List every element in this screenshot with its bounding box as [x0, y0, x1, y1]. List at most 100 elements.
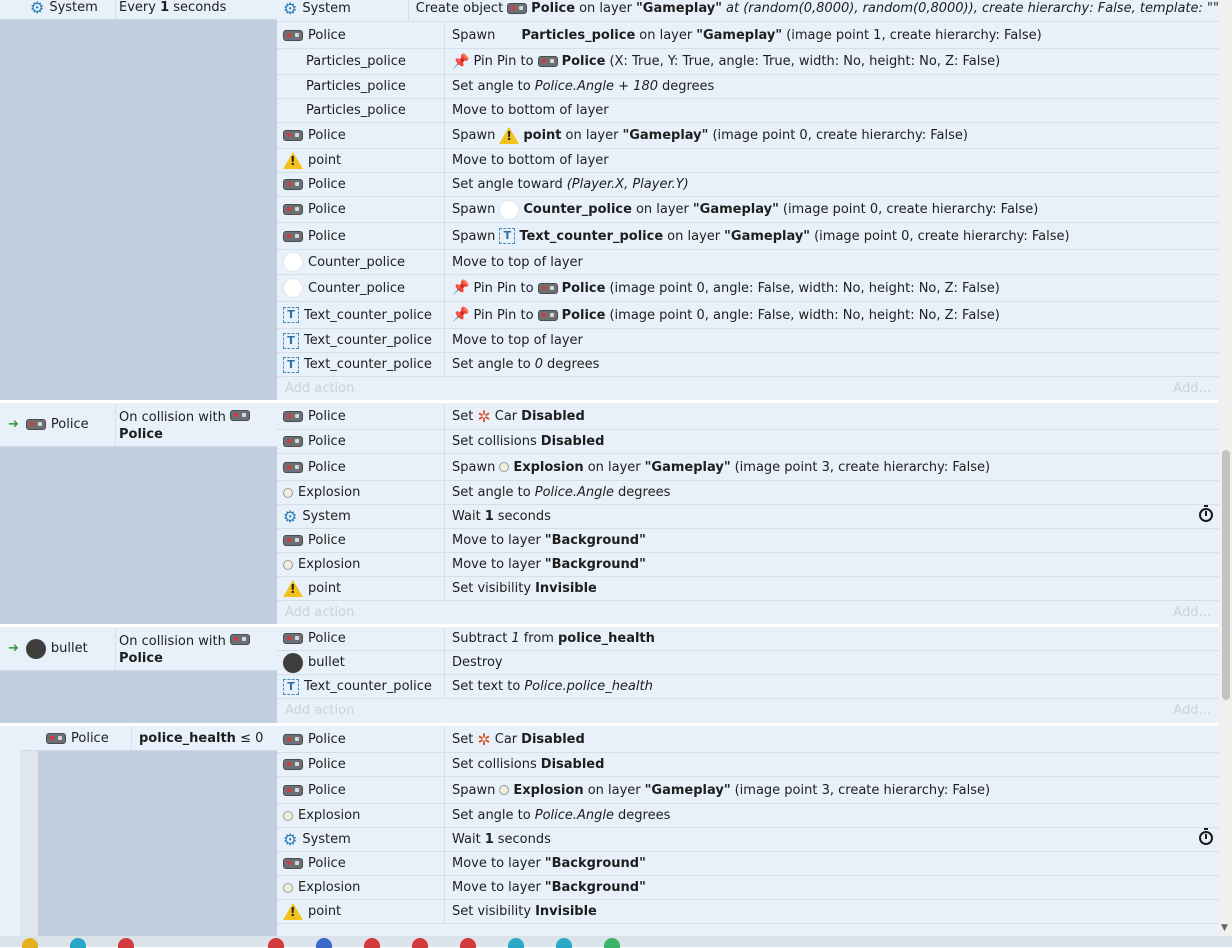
add-action-row[interactable]: Add action Add...: [277, 377, 1219, 399]
action-object[interactable]: Police: [277, 123, 445, 148]
action-object[interactable]: Police: [277, 753, 445, 776]
action-object[interactable]: Counter_police: [277, 275, 445, 301]
action-row[interactable]: Police Move to layer "Background": [277, 529, 1219, 553]
action-object[interactable]: Particles_police: [277, 75, 445, 98]
action-text[interactable]: 📌 Pin Pin to Police (X: True, Y: True, a…: [445, 54, 1000, 70]
add-action-row[interactable]: Add action Add...: [277, 601, 1219, 623]
action-text[interactable]: Spawn Particles_police on layer "Gamepla…: [445, 28, 1042, 43]
action-text[interactable]: Set text to Police.police_health: [445, 679, 653, 694]
action-row[interactable]: Police Set collisions Disabled: [277, 430, 1219, 454]
action-text[interactable]: Spawn T Text_counter_police on layer "Ga…: [445, 228, 1070, 244]
action-row[interactable]: ⚙ System Wait 1 seconds: [277, 505, 1219, 529]
action-text[interactable]: Set ✲ Car Disabled: [445, 730, 585, 749]
scroll-down-arrow-icon[interactable]: ▼: [1221, 923, 1228, 933]
event-block-every-second[interactable]: ⚙ System Every 1 seconds ⚙ System Create…: [0, 0, 1219, 400]
action-object[interactable]: Explosion: [277, 804, 445, 827]
condition-object[interactable]: ➜ bullet: [0, 627, 116, 670]
add-button[interactable]: Add...: [1173, 703, 1211, 718]
action-row[interactable]: Explosion Move to layer "Background": [277, 553, 1219, 577]
action-text[interactable]: Wait 1 seconds: [445, 832, 551, 847]
action-text[interactable]: Set angle toward (Player.X, Player.Y): [445, 177, 689, 192]
condition-object[interactable]: ⚙ System: [0, 0, 116, 19]
action-object[interactable]: bullet: [277, 651, 445, 674]
action-object[interactable]: Police: [277, 173, 445, 196]
action-object[interactable]: ⚙ System: [277, 0, 409, 21]
action-object[interactable]: Explosion: [277, 481, 445, 504]
action-text[interactable]: Move to bottom of layer: [445, 153, 609, 168]
add-button[interactable]: Add...: [1173, 381, 1211, 396]
action-row[interactable]: T Text_counter_police 📌 Pin Pin to Polic…: [277, 302, 1219, 329]
action-text[interactable]: Spawn Explosion on layer "Gameplay" (image p…: [445, 783, 990, 798]
action-row[interactable]: point Move to bottom of layer: [277, 149, 1219, 173]
action-object[interactable]: Police: [277, 403, 445, 429]
action-row[interactable]: Particles_police 📌 Pin Pin to Police (X:…: [277, 49, 1219, 75]
action-row[interactable]: Police Spawn Explosion on layer "Gameplay"(…: [277, 777, 1219, 804]
action-row[interactable]: Counter_police Move to top of layer: [277, 250, 1219, 275]
action-object[interactable]: Police: [277, 454, 445, 480]
action-text[interactable]: Create object Police on layer "Gameplay"…: [409, 1, 1219, 16]
action-row[interactable]: Police Spawn Particles_police on layer "…: [277, 22, 1219, 49]
event-block-police-health[interactable]: Police police_health ≤ 0 Police Set ✲ Car D…: [20, 726, 1219, 947]
action-row[interactable]: ⚙ System Wait 1 seconds: [277, 828, 1219, 852]
action-object[interactable]: T Text_counter_police: [277, 302, 445, 328]
action-object[interactable]: Counter_police: [277, 250, 445, 274]
action-object[interactable]: Particles_police: [277, 49, 445, 74]
add-action-row[interactable]: Add action Add...: [277, 699, 1219, 721]
action-text[interactable]: Set collisions Disabled: [445, 757, 604, 772]
add-action-button[interactable]: Add action: [285, 605, 354, 620]
action-row[interactable]: Police Set ✲ Car Disabled: [277, 726, 1219, 753]
action-row[interactable]: Police Spawn T Text_counter_police on la…: [277, 223, 1219, 250]
action-text[interactable]: Set collisions Disabled: [445, 434, 604, 449]
condition-text[interactable]: police_health ≤ 0: [139, 730, 273, 747]
event-block-bullet-collision[interactable]: ➜ bullet On collision with Police Police…: [0, 627, 1219, 723]
action-object[interactable]: Police: [277, 223, 445, 249]
action-object[interactable]: T Text_counter_police: [277, 329, 445, 352]
action-row[interactable]: Explosion Move to layer "Background": [277, 876, 1219, 900]
condition-text[interactable]: On collision with Police: [119, 409, 273, 443]
add-action-button[interactable]: Add action: [285, 381, 354, 396]
action-row[interactable]: T Text_counter_police Set angle to 0 deg…: [277, 353, 1219, 377]
action-text[interactable]: 📌 Pin Pin to Police (image point 0, angl…: [445, 307, 1000, 323]
action-text[interactable]: Set angle to Police.Angle degrees: [445, 808, 670, 823]
condition-object[interactable]: ➜ Police: [0, 403, 116, 446]
add-action-button[interactable]: Add action: [285, 703, 354, 718]
action-text[interactable]: Move to bottom of layer: [445, 103, 609, 118]
condition-object[interactable]: Police: [20, 726, 132, 750]
condition-row[interactable]: ➜ Police On collision with Police: [0, 403, 277, 447]
vertical-scrollbar[interactable]: ▼: [1219, 0, 1232, 947]
action-row[interactable]: Police Set angle toward (Player.X, Playe…: [277, 173, 1219, 197]
action-row[interactable]: Police Set ✲ Car Disabled: [277, 403, 1219, 430]
action-object[interactable]: Explosion: [277, 876, 445, 899]
action-text[interactable]: 📌 Pin Pin to Police (image point 0, angl…: [445, 280, 1000, 296]
action-object[interactable]: Police: [277, 777, 445, 803]
action-text[interactable]: Move to layer "Background": [445, 533, 646, 548]
action-text[interactable]: Wait 1 seconds: [445, 509, 551, 524]
action-object[interactable]: Police: [277, 726, 445, 752]
action-text[interactable]: Spawn Counter_police on layer "Gameplay"…: [445, 199, 1038, 220]
action-text[interactable]: Set visibility Invisible: [445, 904, 597, 919]
action-row[interactable]: Explosion Set angle to Police.Angle degree…: [277, 481, 1219, 505]
action-text[interactable]: Destroy: [445, 655, 503, 670]
action-row[interactable]: Police Spawn Explosion on layer "Gameplay"(…: [277, 454, 1219, 481]
scrollbar-thumb[interactable]: [1222, 450, 1230, 700]
action-text[interactable]: Spawn Explosion on layer "Gameplay" (image p…: [445, 460, 990, 475]
action-row[interactable]: Particles_police Move to bottom of layer: [277, 99, 1219, 123]
action-text[interactable]: Spawn point on layer "Gameplay" (image p…: [445, 127, 968, 144]
action-row[interactable]: Explosion Set angle to Police.Angle degree…: [277, 804, 1219, 828]
condition-row[interactable]: Police police_health ≤ 0: [20, 726, 277, 751]
action-text[interactable]: Move to top of layer: [445, 333, 583, 348]
action-object[interactable]: point: [277, 149, 445, 172]
action-text[interactable]: Set angle to 0 degrees: [445, 357, 599, 372]
action-row[interactable]: bullet Destroy: [277, 651, 1219, 675]
action-object[interactable]: Police: [277, 529, 445, 552]
action-row[interactable]: Police Subtract 1 from police_health: [277, 627, 1219, 651]
condition-text[interactable]: On collision with Police: [119, 633, 273, 667]
action-row[interactable]: Police Spawn Counter_police on layer "Ga…: [277, 197, 1219, 223]
action-object[interactable]: Police: [277, 627, 445, 650]
action-text[interactable]: Move to top of layer: [445, 255, 583, 270]
action-row[interactable]: Police Set collisions Disabled: [277, 753, 1219, 777]
action-row[interactable]: T Text_counter_police Move to top of lay…: [277, 329, 1219, 353]
action-row[interactable]: Police Spawn point on layer "Gameplay" (…: [277, 123, 1219, 149]
add-button[interactable]: Add...: [1173, 605, 1211, 620]
action-row[interactable]: Particles_police Set angle to Police.Ang…: [277, 75, 1219, 99]
